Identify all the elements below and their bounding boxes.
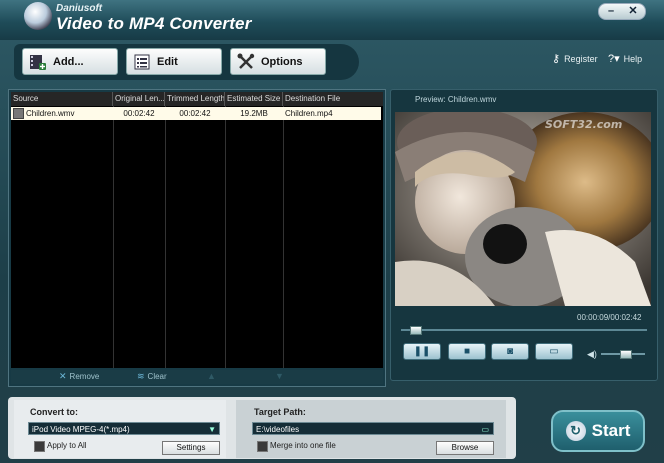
- cell-trimmed-length: 00:02:42: [179, 109, 211, 118]
- convert-to-section: Convert to: iPod Video MPEG-4(*.mp4) ▼ A…: [14, 400, 226, 458]
- apply-to-all-label: Apply to All: [47, 441, 87, 450]
- edit-button[interactable]: Edit: [126, 48, 222, 75]
- help-label: Help: [623, 53, 643, 64]
- register-link[interactable]: ⚷ Register: [552, 52, 598, 65]
- preview-frame-image: SOFT32.com: [395, 112, 651, 306]
- cell-original-length: 00:02:42: [123, 109, 155, 118]
- column-divider: [165, 106, 166, 368]
- column-divider: [225, 106, 226, 368]
- start-button[interactable]: ↻ Start: [551, 410, 645, 452]
- file-list-header: Source Original Len... Trimmed Length Es…: [11, 92, 383, 106]
- convert-to-label: Convert to:: [30, 407, 78, 417]
- pause-button[interactable]: ❚❚: [403, 343, 441, 360]
- list-edit-icon: [133, 53, 151, 71]
- target-path-label: Target Path:: [254, 407, 306, 417]
- volume-icon: ◀): [587, 349, 597, 359]
- remove-icon: ✕: [59, 371, 67, 381]
- title-bar[interactable]: Daniusoft Video to MP4 Converter – ✕: [0, 0, 664, 40]
- column-original-length[interactable]: Original Len...: [113, 92, 165, 106]
- snapshot-button[interactable]: ◙: [491, 343, 529, 360]
- key-icon: ⚷: [552, 53, 561, 65]
- output-format-value: iPod Video MPEG-4(*.mp4): [32, 425, 130, 434]
- options-button[interactable]: Options: [230, 48, 326, 75]
- cell-source: Children.wmv: [11, 107, 113, 120]
- column-estimated-size[interactable]: Estimated Size: [225, 92, 283, 106]
- cell-destination: Children.mp4: [285, 109, 333, 118]
- column-divider: [283, 106, 284, 368]
- preview-label: Preview: Children.wmv: [415, 95, 497, 104]
- volume-slider-handle[interactable]: [620, 350, 633, 359]
- clear-label: Clear: [147, 372, 167, 381]
- cell-estimated-size: 19.2MB: [240, 109, 268, 118]
- brand-name: Daniusoft: [56, 3, 103, 14]
- column-divider: [113, 106, 114, 368]
- remove-button[interactable]: ✕ Remove: [59, 371, 99, 382]
- close-button[interactable]: ✕: [623, 5, 643, 18]
- settings-button[interactable]: Settings: [162, 441, 220, 455]
- convert-refresh-icon: ↻: [565, 421, 586, 441]
- target-path-input[interactable]: E:\videofiles ▭: [252, 422, 494, 435]
- output-format-select[interactable]: iPod Video MPEG-4(*.mp4) ▼: [28, 422, 220, 435]
- column-destination[interactable]: Destination File: [283, 92, 383, 106]
- file-list-panel: Source Original Len... Trimmed Length Es…: [8, 89, 386, 387]
- list-actions-bar: ✕ Remove ≋ Clear ▲ ▼: [11, 370, 383, 384]
- window-controls: – ✕: [598, 3, 646, 20]
- tools-icon: [237, 53, 255, 71]
- video-file-icon: [13, 108, 24, 119]
- move-down-button[interactable]: ▼: [275, 371, 287, 381]
- camera-icon: ◙: [506, 346, 514, 357]
- clear-icon: ≋: [137, 371, 145, 381]
- clear-button[interactable]: ≋ Clear: [137, 371, 167, 382]
- apply-to-all-checkbox[interactable]: [34, 441, 45, 452]
- move-up-button[interactable]: ▲: [207, 371, 219, 381]
- source-filename: Children.wmv: [26, 109, 75, 118]
- help-link[interactable]: ?▾ Help: [608, 52, 642, 65]
- folder-icon: ▭: [549, 346, 559, 357]
- arrow-down-icon: ▼: [275, 371, 284, 381]
- target-path-section: Target Path: E:\videofiles ▭ Merge into …: [236, 400, 506, 458]
- column-trimmed-length[interactable]: Trimmed Length: [165, 92, 225, 106]
- register-label: Register: [564, 53, 598, 64]
- start-label: Start: [591, 421, 631, 440]
- app-window: Daniusoft Video to MP4 Converter – ✕ Add…: [0, 0, 664, 463]
- add-button-label: Add...: [53, 55, 84, 68]
- playback-timecode: 00:00:09/00:02:42: [577, 313, 642, 322]
- add-button[interactable]: Add...: [22, 48, 118, 75]
- help-icon: ?▾: [608, 53, 620, 65]
- minimize-button[interactable]: –: [601, 5, 621, 18]
- merge-label: Merge into one file: [270, 441, 336, 450]
- stop-button[interactable]: ■: [448, 343, 486, 360]
- preview-watermark: SOFT32.com: [545, 118, 622, 131]
- column-source[interactable]: Source: [11, 92, 113, 106]
- toolbar: Add... Edit Options: [14, 44, 359, 80]
- app-logo-icon: [24, 2, 52, 30]
- target-path-value: E:\videofiles: [256, 425, 300, 434]
- file-list[interactable]: Source Original Len... Trimmed Length Es…: [11, 92, 383, 368]
- merge-checkbox[interactable]: [257, 441, 268, 452]
- window-title: Video to MP4 Converter: [56, 14, 252, 33]
- edit-button-label: Edit: [157, 55, 178, 68]
- seek-slider[interactable]: [401, 329, 647, 331]
- options-button-label: Options: [261, 55, 303, 68]
- stop-icon: ■: [463, 346, 471, 357]
- open-folder-button[interactable]: ▭: [535, 343, 573, 360]
- browse-button[interactable]: Browse: [436, 441, 494, 455]
- film-add-icon: [29, 53, 47, 71]
- seek-slider-handle[interactable]: [409, 326, 422, 335]
- folder-open-icon: ▭: [481, 425, 489, 434]
- arrow-up-icon: ▲: [207, 371, 216, 381]
- chevron-down-icon: ▼: [208, 425, 216, 434]
- remove-label: Remove: [69, 372, 100, 381]
- table-row[interactable]: Children.wmv 00:02:42 00:02:42 19.2MB Ch…: [11, 107, 381, 120]
- preview-panel: Preview: Children.wmv SOFT32.com 00:00:0…: [390, 89, 658, 381]
- pause-icon: ❚❚: [413, 346, 431, 357]
- video-preview[interactable]: SOFT32.com: [395, 112, 651, 306]
